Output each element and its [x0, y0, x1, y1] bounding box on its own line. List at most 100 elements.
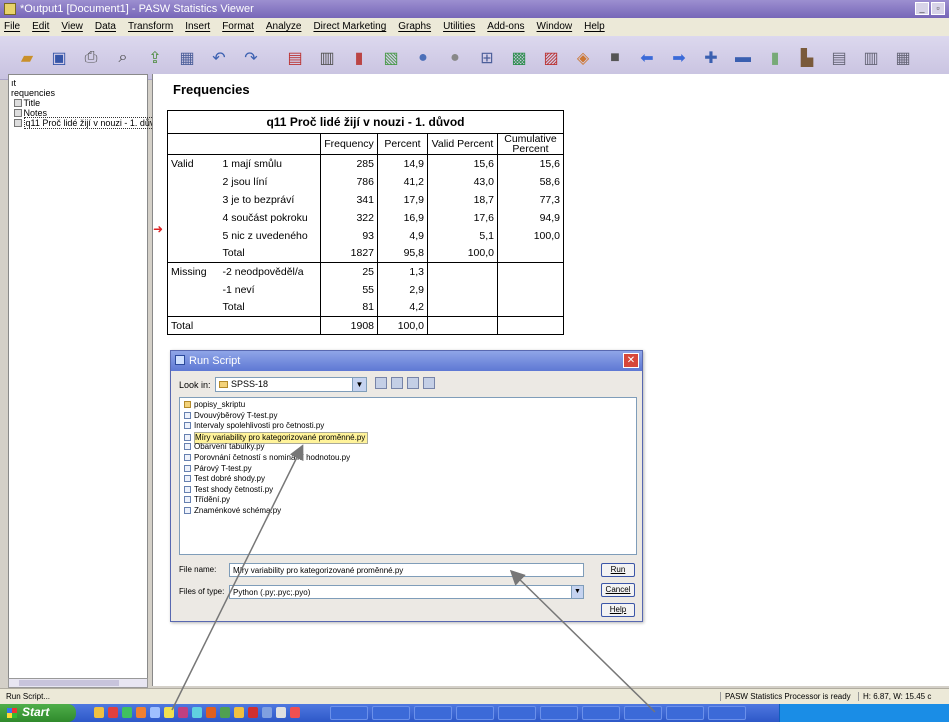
cancel-button[interactable]: Cancel — [601, 583, 635, 597]
folder-item[interactable]: popisy_skriptu — [184, 400, 632, 411]
arrow-left-icon[interactable]: ⬅ — [634, 45, 660, 71]
select-cases-icon[interactable]: ▨ — [538, 45, 564, 71]
folder-icon — [219, 381, 228, 388]
taskbar-item[interactable] — [708, 706, 746, 720]
details-view-icon[interactable] — [423, 377, 435, 389]
file-item[interactable]: Dvouvýběrový T-test.py — [184, 411, 632, 422]
taskbar-item[interactable] — [540, 706, 578, 720]
open-icon[interactable]: ▰ — [14, 45, 40, 71]
run-button[interactable]: Run — [601, 563, 635, 577]
insert-title-icon[interactable]: ▥ — [858, 45, 884, 71]
quicklaunch-icon[interactable] — [164, 707, 174, 718]
insert-variable-icon[interactable]: ● — [442, 45, 468, 71]
print-icon[interactable]: ⎙ — [78, 45, 104, 71]
quicklaunch-icon[interactable] — [248, 707, 258, 718]
menu-graphs[interactable]: Graphs — [398, 21, 431, 36]
maximize-button[interactable]: ▫ — [931, 2, 945, 15]
use-sets-icon[interactable]: ▧ — [378, 45, 404, 71]
taskbar-item[interactable] — [624, 706, 662, 720]
file-item[interactable]: Míry variability pro kategorizované prom… — [184, 431, 632, 445]
hide-icon[interactable]: ▙ — [794, 45, 820, 71]
menu-utilities[interactable]: Utilities — [443, 21, 475, 36]
taskbar-item[interactable] — [456, 706, 494, 720]
quicklaunch-icon[interactable] — [94, 707, 104, 718]
menu-data[interactable]: Data — [95, 21, 116, 36]
dialog-close-button[interactable]: ✕ — [623, 353, 639, 368]
save-icon[interactable]: ▣ — [46, 45, 72, 71]
outline-item-table[interactable]: q11 Proč lidé žijí v nouzi - 1. dův — [11, 117, 157, 129]
quicklaunch-icon[interactable] — [220, 707, 230, 718]
expand-icon[interactable]: ✚ — [698, 45, 724, 71]
menu-transform[interactable]: Transform — [128, 21, 173, 36]
goto-data-icon[interactable]: ▤ — [282, 45, 308, 71]
minimize-button[interactable]: _ — [915, 2, 929, 15]
outline-root[interactable]: ıt — [11, 78, 145, 88]
menu-format[interactable]: Format — [222, 21, 254, 36]
export-icon[interactable]: ⇪ — [142, 45, 168, 71]
taskbar-item[interactable] — [498, 706, 536, 720]
file-name-input[interactable]: Míry variability pro kategorizované prom… — [229, 563, 584, 577]
menu-insert[interactable]: Insert — [185, 21, 210, 36]
quicklaunch-icon[interactable] — [206, 707, 216, 718]
undo-icon[interactable]: ↶ — [206, 45, 232, 71]
show-icon[interactable]: ▮ — [762, 45, 788, 71]
recall-dialog-icon[interactable]: ▦ — [174, 45, 200, 71]
quicklaunch-icon[interactable] — [136, 707, 146, 718]
outline-horizontal-scrollbar[interactable] — [8, 678, 148, 688]
file-item[interactable]: Třídění.py — [184, 495, 632, 506]
frequency-table[interactable]: q11 Proč lidé žijí v nouzi - 1. důvod Fr… — [167, 110, 564, 335]
file-list[interactable]: popisy_skriptu Dvouvýběrový T-test.py Inte… — [179, 397, 637, 555]
quicklaunch-icon[interactable] — [108, 707, 118, 718]
menu-edit[interactable]: Edit — [32, 21, 49, 36]
quicklaunch-icon[interactable] — [276, 707, 286, 718]
file-item[interactable]: Test dobré shody.py — [184, 474, 632, 485]
redo-icon[interactable]: ↷ — [238, 45, 264, 71]
collapse-icon[interactable]: ▬ — [730, 45, 756, 71]
outline-item-title[interactable]: Title — [11, 98, 145, 108]
list-view-icon[interactable] — [407, 377, 419, 389]
insert-text-icon[interactable]: ▦ — [890, 45, 916, 71]
print-preview-icon[interactable]: ⌕ — [110, 45, 136, 71]
menu-help[interactable]: Help — [584, 21, 605, 36]
taskbar-item[interactable] — [666, 706, 704, 720]
taskbar-item[interactable] — [330, 706, 368, 720]
up-folder-icon[interactable] — [375, 377, 387, 389]
value-labels-icon[interactable]: ◈ — [570, 45, 596, 71]
menu-analyze[interactable]: Analyze — [266, 21, 302, 36]
quicklaunch-icon[interactable] — [150, 707, 160, 718]
quicklaunch-icon[interactable] — [290, 707, 300, 718]
taskbar-item[interactable] — [372, 706, 410, 720]
insert-cases-icon[interactable]: ● — [410, 45, 436, 71]
file-item[interactable]: Obarvení tabulky.py — [184, 442, 632, 453]
start-button[interactable]: Start — [0, 704, 76, 722]
designate-window-icon[interactable]: ■ — [602, 45, 628, 71]
menu-add-ons[interactable]: Add-ons — [487, 21, 524, 36]
goto-case-icon[interactable]: ▥ — [314, 45, 340, 71]
file-type-select[interactable]: Python (.py;.pyc;.pyo) ▼ — [229, 585, 584, 599]
split-file-icon[interactable]: ⊞ — [474, 45, 500, 71]
file-item[interactable]: Porovnání četností s nominální hodnotou.… — [184, 453, 632, 464]
help-button[interactable]: Help — [601, 603, 635, 617]
taskbar-item[interactable] — [582, 706, 620, 720]
quicklaunch-icon[interactable] — [178, 707, 188, 718]
file-item[interactable]: Intervaly spolehlivosti pro četnosti.py — [184, 421, 632, 432]
menu-window[interactable]: Window — [537, 21, 573, 36]
quicklaunch-icon[interactable] — [234, 707, 244, 718]
file-item[interactable]: Test shody četností.py — [184, 485, 632, 496]
quicklaunch-icon[interactable] — [122, 707, 132, 718]
menu-file[interactable]: File — [4, 21, 20, 36]
taskbar-item[interactable] — [414, 706, 452, 720]
new-folder-icon[interactable] — [391, 377, 403, 389]
weight-cases-icon[interactable]: ▩ — [506, 45, 532, 71]
insert-heading-icon[interactable]: ▤ — [826, 45, 852, 71]
menu-view[interactable]: View — [61, 21, 83, 36]
quicklaunch-icon[interactable] — [262, 707, 272, 718]
file-item[interactable]: Znaménkové schéma.py — [184, 506, 632, 517]
arrow-right-icon[interactable]: ➡ — [666, 45, 692, 71]
look-in-select[interactable]: SPSS-18 ▼ — [215, 377, 367, 392]
variables-icon[interactable]: ▮ — [346, 45, 372, 71]
menu-direct-marketing[interactable]: Direct Marketing — [313, 21, 386, 36]
outline-item-frequencies[interactable]: requencies — [11, 88, 145, 98]
quicklaunch-icon[interactable] — [192, 707, 202, 718]
file-item[interactable]: Párový T-test.py — [184, 464, 632, 475]
